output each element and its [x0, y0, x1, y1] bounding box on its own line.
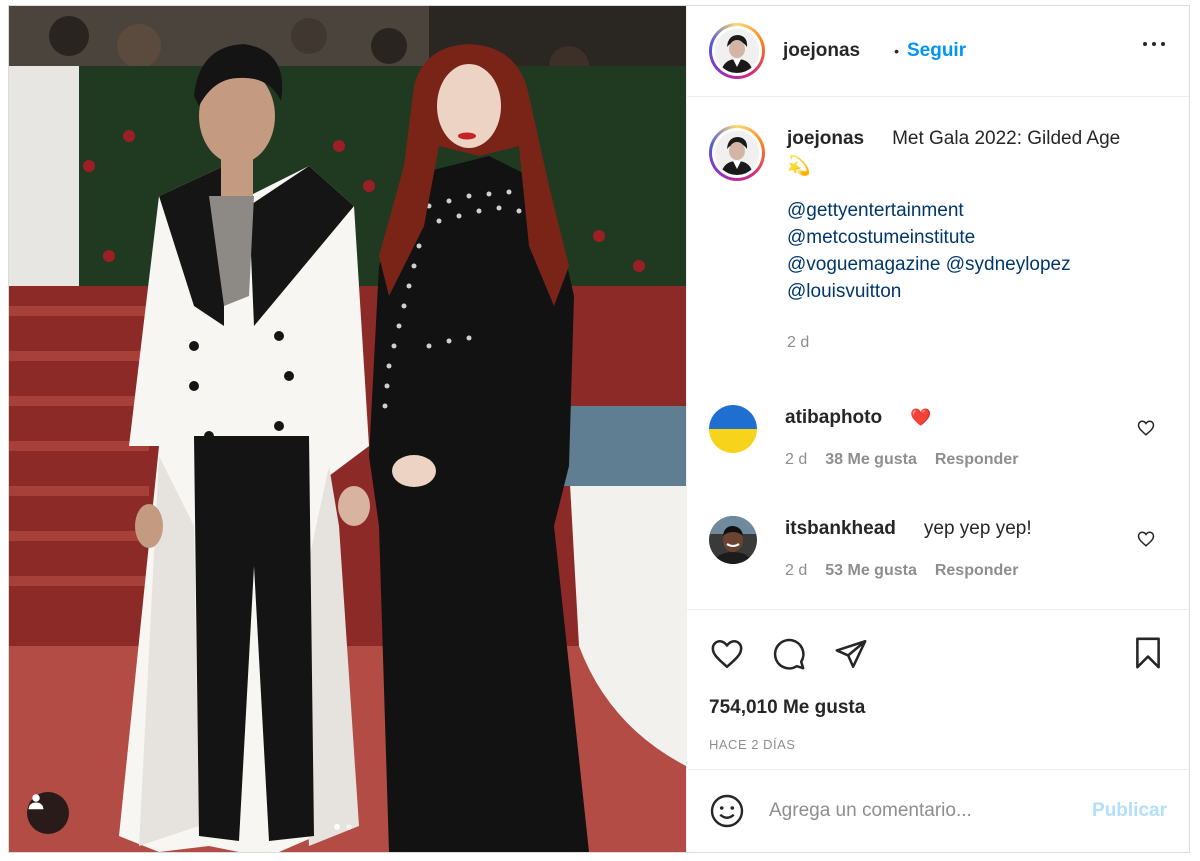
comment-username[interactable]: itsbankhead [785, 518, 896, 539]
post-dialog: joejonas • Seguir joejonas Met Gala 2022… [8, 5, 1190, 853]
mention-link[interactable]: @metcostumeinstitute [787, 224, 1159, 251]
heart-icon[interactable] [1137, 530, 1155, 553]
post-sidebar: joejonas • Seguir joejonas Met Gala 2022… [686, 6, 1189, 852]
comment-likes[interactable]: 53 Me gusta [825, 562, 917, 579]
reply-button[interactable]: Responder [935, 562, 1019, 579]
caption-username[interactable]: joejonas [787, 128, 864, 149]
commenter-avatar[interactable] [709, 405, 757, 453]
user-tag-icon [28, 794, 44, 810]
comments-section: joejonas Met Gala 2022: Gilded Age 💫 @get… [687, 97, 1189, 610]
carousel-indicator [334, 824, 352, 830]
follow-button[interactable]: Seguir [907, 40, 966, 62]
header-separator: • [894, 43, 899, 59]
reply-button[interactable]: Responder [935, 451, 1019, 468]
comment-age: 2 d [785, 451, 808, 468]
caption-avatar [715, 131, 759, 175]
more-horizontal-icon[interactable] [1143, 42, 1165, 46]
caption-emoji: 💫 [787, 156, 811, 177]
carousel-dot [346, 824, 352, 830]
likes-count[interactable]: 754,010 Me gusta [709, 697, 865, 719]
caption-mentions: @gettyentertainment @metcostumeinstitute… [787, 197, 1159, 305]
post-header: joejonas • Seguir [687, 6, 1189, 97]
comment-username[interactable]: atibaphoto [785, 407, 882, 428]
comment-age: 2 d [785, 562, 808, 579]
tag-people-button[interactable] [27, 792, 69, 834]
post-actions: 754,010 Me gusta HACE 2 DÍAS [687, 610, 1189, 770]
add-comment-bar: Publicar [687, 770, 1189, 852]
comment-input[interactable] [769, 800, 1069, 822]
caption-age: 2 d [787, 334, 810, 351]
bookmark-icon[interactable] [1131, 636, 1167, 672]
comment-item: itsbankhead yep yep yep! 2 d 53 Me gusta Re… [709, 516, 1169, 580]
share-icon[interactable] [833, 636, 869, 672]
carousel-dot-active [334, 824, 340, 830]
caption-story-ring[interactable] [709, 125, 765, 181]
comment-icon[interactable] [771, 636, 807, 672]
emoji-icon[interactable] [709, 793, 745, 829]
photo-illustration [9, 6, 686, 852]
mention-link[interactable]: @gettyentertainment [787, 197, 1159, 224]
caption-text: Met Gala 2022: Gilded Age [892, 128, 1121, 149]
post-time: HACE 2 DÍAS [709, 737, 796, 752]
avatar [715, 29, 759, 73]
caption: joejonas Met Gala 2022: Gilded Age 💫 @get… [709, 125, 1169, 357]
publish-button[interactable]: Publicar [1092, 800, 1167, 822]
comment-item: atibaphoto ❤️ 2 d 38 Me gusta Responder [709, 405, 1169, 469]
comment-likes[interactable]: 38 Me gusta [825, 451, 917, 468]
heart-icon[interactable] [1137, 419, 1155, 442]
caption-body: joejonas Met Gala 2022: Gilded Age 💫 @get… [787, 125, 1159, 357]
commenter-avatar[interactable] [709, 516, 757, 564]
mention-link[interactable]: @voguemagazine @sydneylopez [787, 251, 1159, 278]
post-photo[interactable] [9, 6, 686, 852]
mention-link[interactable]: @louisvuitton [787, 278, 1159, 305]
heart-icon[interactable] [709, 636, 745, 672]
header-username[interactable]: joejonas [783, 40, 860, 62]
story-ring[interactable] [709, 23, 765, 79]
comment-text: ❤️ [910, 408, 932, 427]
comment-text: yep yep yep! [923, 518, 1032, 539]
